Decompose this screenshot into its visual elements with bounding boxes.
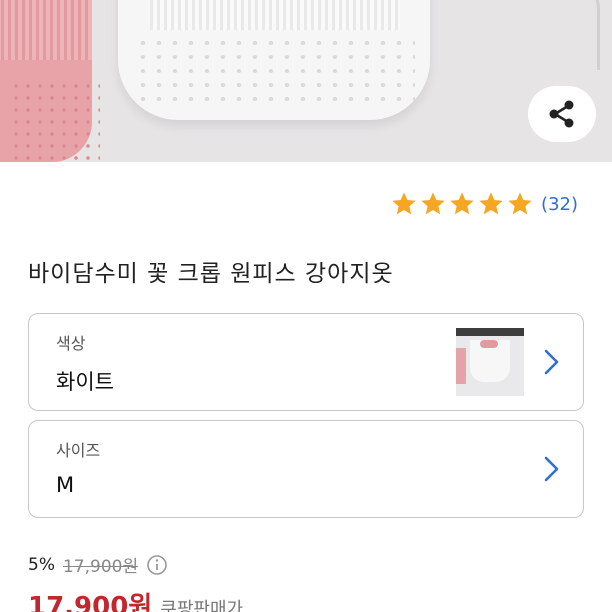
star-icon (479, 192, 503, 215)
price-note: 쿠팡판매가 (160, 599, 244, 612)
original-price: 17,900원 (62, 557, 139, 577)
star-icon (392, 192, 416, 215)
review-count-link[interactable]: (32) (541, 194, 578, 215)
size-option-label: 사이즈 (56, 441, 101, 460)
star-icon (421, 192, 445, 215)
share-icon (549, 100, 574, 128)
white-dress-smocking (150, 0, 400, 30)
discount-row: 5% 17,900원 (28, 552, 168, 577)
star-icon (508, 192, 532, 215)
white-dress-pattern (135, 36, 415, 106)
size-option-selector[interactable]: 사이즈 M (28, 420, 584, 518)
size-option-value: M (56, 473, 75, 497)
color-option-selector[interactable]: 색상 화이트 (28, 313, 584, 411)
color-option-value: 화이트 (56, 370, 114, 394)
discount-rate: 5% (28, 554, 55, 575)
hanger-image (540, 0, 600, 70)
price-row: 17,900원 쿠팡판매가 (28, 586, 243, 612)
color-option-label: 색상 (56, 334, 86, 353)
info-icon[interactable] (146, 554, 168, 576)
share-button[interactable] (528, 86, 596, 142)
color-thumbnail (456, 328, 524, 396)
star-icon (450, 192, 474, 215)
rating[interactable]: (32) (390, 190, 578, 218)
current-price: 17,900원 (28, 592, 153, 612)
product-image[interactable] (0, 0, 612, 162)
pink-dress-pattern (10, 80, 100, 160)
chevron-right-icon (544, 456, 559, 482)
product-title: 바이담수미 꽃 크롭 원피스 강아지옷 (28, 261, 394, 287)
chevron-right-icon (544, 349, 559, 375)
